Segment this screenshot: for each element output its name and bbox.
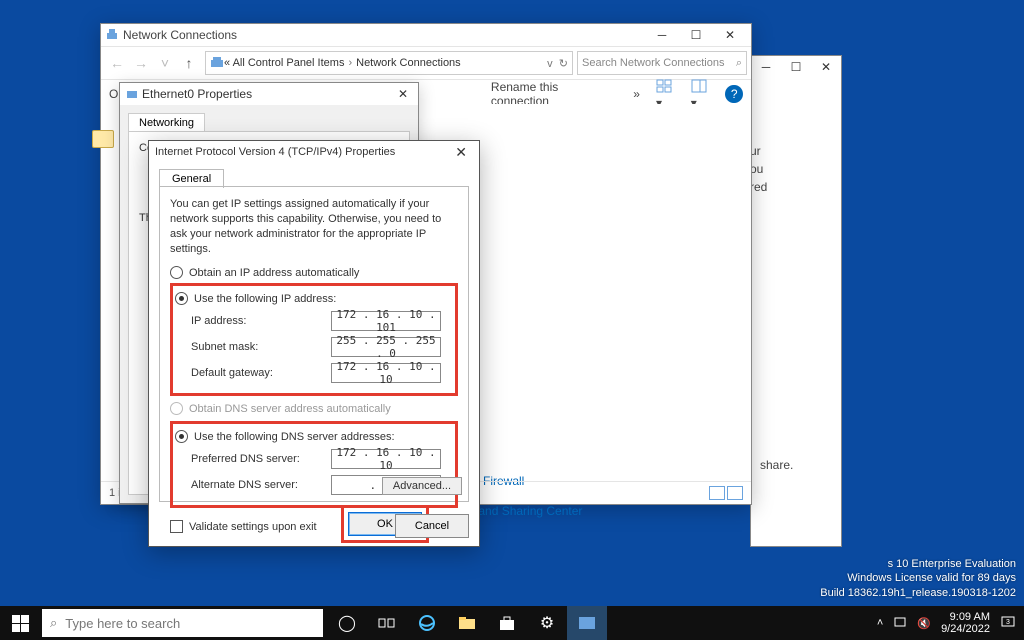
- edge-icon[interactable]: [407, 606, 447, 640]
- cortana-icon[interactable]: ◯: [327, 606, 367, 640]
- search-icon: ⌕: [50, 615, 57, 631]
- taskbar: ⌕ Type here to search ◯ ⚙ ˄: [0, 606, 1024, 640]
- view-details-icon[interactable]: [709, 486, 725, 500]
- preferred-dns-label: Preferred DNS server:: [191, 453, 331, 465]
- ip-fields-group: Use the following IP address: IP address…: [170, 283, 458, 396]
- bg-peek-text: ur ou red: [750, 142, 870, 196]
- breadcrumb-parent[interactable]: « All Control Panel Items: [224, 57, 344, 69]
- subnet-mask-input[interactable]: 255 . 255 . 255 . 0: [331, 337, 441, 357]
- radio-static-dns[interactable]: Use the following DNS server addresses:: [175, 430, 451, 443]
- eth-props-icon: [126, 87, 138, 102]
- nav-recent-button[interactable]: ˅: [153, 51, 177, 75]
- close-button[interactable]: ✕: [713, 24, 747, 46]
- nav-forward-button[interactable]: →: [129, 51, 153, 75]
- bg-share-text: share.: [760, 458, 880, 472]
- nav-back-button[interactable]: ←: [105, 51, 129, 75]
- tab-networking[interactable]: Networking: [128, 113, 205, 132]
- help-icon[interactable]: ?: [725, 85, 743, 103]
- alternate-dns-label: Alternate DNS server:: [191, 479, 331, 491]
- nav-up-button[interactable]: ↑: [177, 51, 201, 75]
- default-gateway-input[interactable]: 172 . 16 . 10 . 10: [331, 363, 441, 383]
- settings-icon[interactable]: ⚙: [527, 606, 567, 640]
- radio-auto-ip[interactable]: Obtain an IP address automatically: [170, 266, 458, 279]
- tray-network-icon[interactable]: [893, 616, 907, 631]
- tray-chevron-icon[interactable]: ˄: [877, 617, 883, 629]
- store-icon[interactable]: [487, 606, 527, 640]
- preferred-dns-input[interactable]: 172 . 16 . 10 . 10: [331, 449, 441, 469]
- task-view-icon[interactable]: [367, 606, 407, 640]
- ipv4-title: Internet Protocol Version 4 (TCP/IPv4) P…: [155, 146, 395, 158]
- desktop-folder-icon[interactable]: [92, 130, 114, 148]
- toolbar-more[interactable]: »: [633, 87, 640, 101]
- explorer-icon: [105, 27, 119, 44]
- bg-maximize-button[interactable]: ☐: [781, 56, 811, 78]
- background-window: ─ ☐ ✕: [750, 55, 842, 547]
- windows-watermark: s 10 Enterprise Evaluation Windows Licen…: [820, 557, 1016, 600]
- ipv4-properties-dialog: Internet Protocol Version 4 (TCP/IPv4) P…: [148, 140, 480, 547]
- search-icon: ⌕: [736, 57, 742, 70]
- breadcrumb-icon: [210, 56, 224, 71]
- validate-checkbox[interactable]: [170, 520, 183, 533]
- eth-props-title: Ethernet0 Properties: [142, 87, 252, 101]
- bg-minimize-button[interactable]: ─: [751, 56, 781, 78]
- ipv4-close-button[interactable]: ✕: [449, 144, 473, 161]
- tray-notifications-icon[interactable]: 3: [1000, 615, 1016, 632]
- svg-text:3: 3: [1006, 619, 1010, 626]
- start-button[interactable]: [0, 606, 40, 640]
- view-tile-icon[interactable]: [727, 486, 743, 500]
- validate-label: Validate settings upon exit: [189, 521, 317, 533]
- subnet-mask-label: Subnet mask:: [191, 341, 331, 353]
- radio-auto-dns: Obtain DNS server address automatically: [170, 402, 458, 415]
- breadcrumb-current[interactable]: Network Connections: [356, 57, 461, 69]
- tray-volume-icon[interactable]: 🔇: [917, 617, 931, 630]
- explorer-title: Network Connections: [123, 28, 645, 42]
- ipv4-description: You can get IP settings assigned automat…: [170, 197, 458, 256]
- taskbar-search-input[interactable]: ⌕ Type here to search: [42, 609, 323, 637]
- radio-static-ip[interactable]: Use the following IP address:: [175, 292, 451, 305]
- minimize-button[interactable]: ─: [645, 24, 679, 46]
- tray-clock[interactable]: 9:09 AM 9/24/2022: [941, 611, 990, 635]
- ip-address-input[interactable]: 172 . 16 . 10 . 101: [331, 311, 441, 331]
- ip-address-label: IP address:: [191, 315, 331, 327]
- bg-close-button[interactable]: ✕: [811, 56, 841, 78]
- file-explorer-icon[interactable]: [447, 606, 487, 640]
- taskbar-active-window[interactable]: [567, 606, 607, 640]
- address-bar[interactable]: « All Control Panel Items › Network Conn…: [205, 51, 573, 75]
- eth-close-button[interactable]: ✕: [394, 87, 412, 101]
- default-gateway-label: Default gateway:: [191, 367, 331, 379]
- cancel-button[interactable]: Cancel: [395, 514, 469, 538]
- advanced-button[interactable]: Advanced...: [382, 477, 462, 495]
- explorer-search-input[interactable]: Search Network Connections ⌕: [577, 51, 747, 75]
- maximize-button[interactable]: ☐: [679, 24, 713, 46]
- dns-fields-group: Use the following DNS server addresses: …: [170, 421, 458, 508]
